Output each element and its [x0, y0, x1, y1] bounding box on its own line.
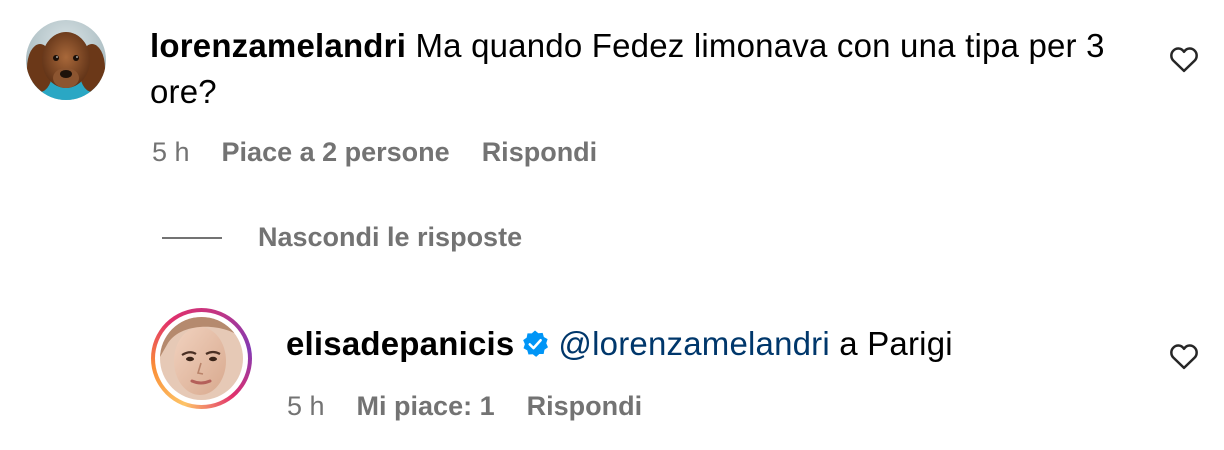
commenter-avatar[interactable]	[26, 20, 106, 100]
verified-badge-icon	[523, 330, 549, 357]
comment-likes-count[interactable]: Piace a 2 persone	[222, 137, 450, 168]
reply-likes-count[interactable]: Mi piace: 1	[357, 391, 495, 422]
reply-timestamp[interactable]: 5 h	[287, 391, 325, 422]
reply-reply-button[interactable]: Rispondi	[527, 391, 643, 422]
hide-replies-label[interactable]: Nascondi le risposte	[258, 222, 522, 253]
heart-outline-icon[interactable]	[1169, 45, 1199, 73]
reply-text: a Parigi	[839, 325, 953, 362]
reply-avatar-story-ring[interactable]	[151, 308, 252, 409]
reply-body: elisadepanicis @lorenzamelandri a Parigi	[286, 321, 1146, 367]
dog-avatar-image	[26, 20, 106, 100]
heart-outline-icon[interactable]	[1169, 342, 1199, 370]
reply-mention-link[interactable]: @lorenzamelandri	[558, 325, 830, 362]
reply-username[interactable]: elisadepanicis	[286, 325, 514, 362]
woman-portrait-avatar-image	[160, 317, 243, 400]
reply-meta: 5 h Mi piace: 1 Rispondi	[287, 391, 642, 422]
hide-replies-toggle[interactable]: Nascondi le risposte	[162, 222, 522, 253]
comment-username[interactable]: lorenzamelandri	[150, 27, 406, 64]
comment-body: lorenzamelandri Ma quando Fedez limonava…	[150, 23, 1130, 115]
replies-divider-line	[162, 236, 222, 239]
comment-reply-button[interactable]: Rispondi	[482, 137, 598, 168]
comment-timestamp[interactable]: 5 h	[152, 137, 190, 168]
reply-avatar[interactable]	[160, 317, 243, 400]
comment-meta: 5 h Piace a 2 persone Rispondi	[152, 137, 597, 168]
